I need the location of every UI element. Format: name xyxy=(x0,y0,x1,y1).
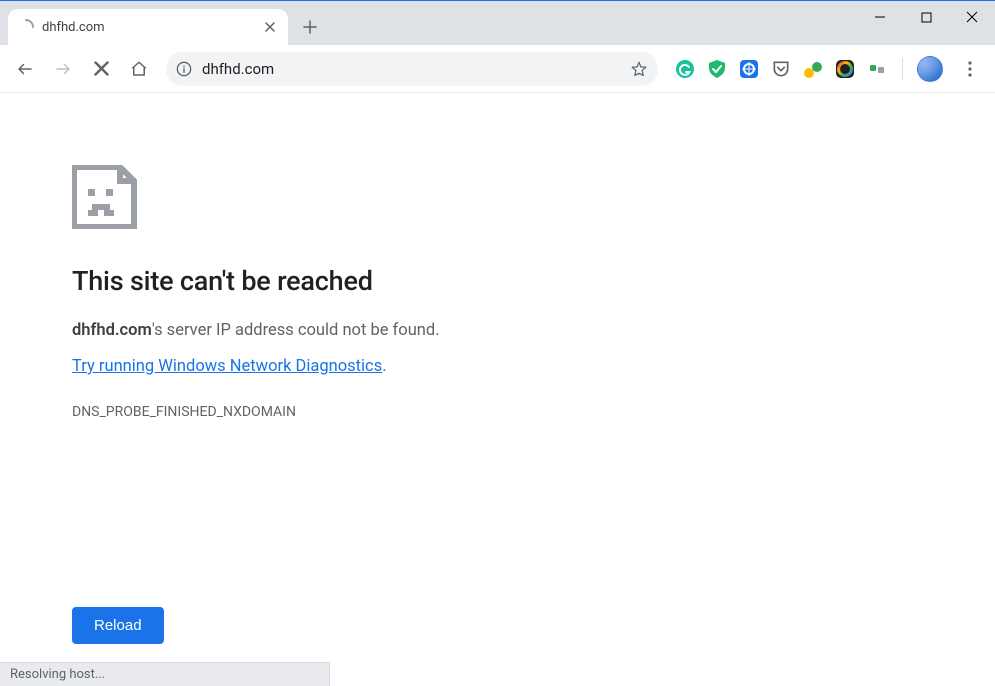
diagnostics-line: Try running Windows Network Diagnostics. xyxy=(72,356,923,404)
back-button[interactable] xyxy=(8,52,42,86)
error-domain: dhfhd.com xyxy=(72,321,152,340)
tab-strip: dhfhd.com xyxy=(0,1,995,45)
window-controls xyxy=(857,1,995,33)
maximize-button[interactable] xyxy=(903,1,949,33)
reload-button[interactable]: Reload xyxy=(72,607,164,644)
error-page-content: This site can't be reached dhfhd.com's s… xyxy=(0,93,995,420)
diagnostics-link[interactable]: Try running Windows Network Diagnostics xyxy=(72,357,382,376)
close-window-button[interactable] xyxy=(949,1,995,33)
diagnostics-period: . xyxy=(382,357,386,376)
bookmark-star-icon[interactable] xyxy=(630,60,648,78)
loading-spinner-icon xyxy=(18,19,34,35)
extensions-area xyxy=(668,56,949,82)
forward-button[interactable] xyxy=(46,52,80,86)
translate-icon[interactable] xyxy=(802,58,824,80)
extension-divider xyxy=(902,58,903,80)
url-text: dhfhd.com xyxy=(202,60,620,78)
site-info-icon[interactable] xyxy=(176,61,192,77)
close-tab-button[interactable] xyxy=(262,19,278,35)
tab-title: dhfhd.com xyxy=(42,20,254,35)
profile-avatar[interactable] xyxy=(917,56,943,82)
toolbar: dhfhd.com xyxy=(0,45,995,93)
chrome-menu-button[interactable] xyxy=(953,52,987,86)
colorpicker-icon[interactable] xyxy=(834,58,856,80)
error-message-suffix: 's server IP address could not be found. xyxy=(152,321,440,340)
minimize-button[interactable] xyxy=(857,1,903,33)
stop-button[interactable] xyxy=(84,52,118,86)
honey-icon[interactable] xyxy=(738,58,760,80)
grammarly-icon[interactable] xyxy=(674,58,696,80)
status-bar: Resolving host... xyxy=(0,662,330,686)
sad-page-icon xyxy=(72,165,142,229)
adguard-icon[interactable] xyxy=(706,58,728,80)
new-tab-button[interactable] xyxy=(296,13,324,41)
home-button[interactable] xyxy=(122,52,156,86)
tampermonkey-icon[interactable] xyxy=(866,58,888,80)
address-bar[interactable]: dhfhd.com xyxy=(166,52,658,86)
error-heading: This site can't be reached xyxy=(72,265,923,297)
error-code: DNS_PROBE_FINISHED_NXDOMAIN xyxy=(72,404,923,420)
pocket-icon[interactable] xyxy=(770,58,792,80)
error-message: dhfhd.com's server IP address could not … xyxy=(72,321,923,340)
browser-tab[interactable]: dhfhd.com xyxy=(8,9,288,45)
